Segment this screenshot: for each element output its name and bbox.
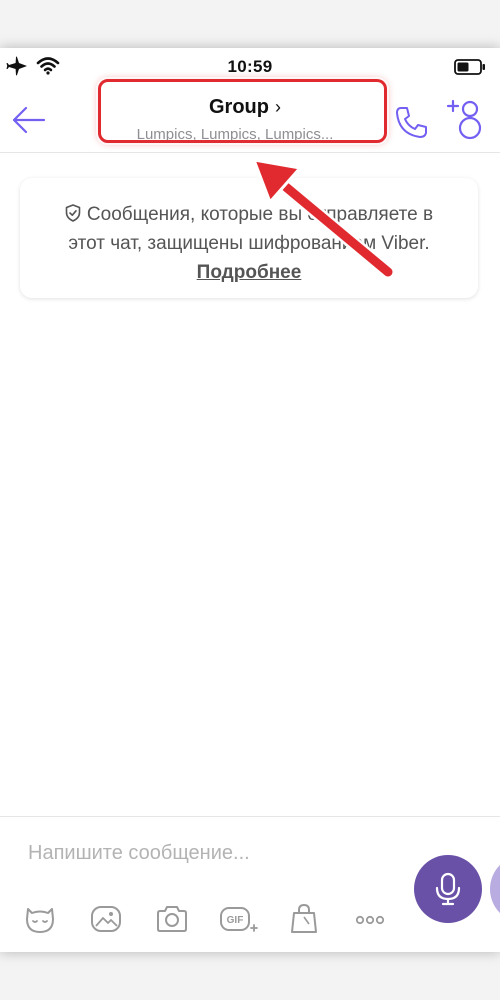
back-arrow-icon — [12, 106, 46, 134]
secondary-action-button[interactable] — [490, 855, 500, 923]
chat-title-text: Group — [209, 96, 269, 118]
shopping-bag-icon — [291, 903, 317, 933]
chat-header: Group › Lumpics, Lumpics, Lumpics... — [0, 88, 500, 153]
more-button[interactable] — [350, 899, 390, 939]
gallery-icon — [91, 906, 121, 932]
voice-message-button[interactable] — [414, 855, 482, 923]
gif-button[interactable]: GIF — [218, 899, 258, 939]
microphone-icon — [435, 872, 461, 906]
add-person-icon — [446, 99, 482, 140]
chevron-right-icon: › — [275, 97, 281, 117]
phone-icon — [396, 107, 427, 138]
learn-more-link[interactable]: Подробнее — [197, 262, 302, 283]
camera-button[interactable] — [152, 899, 192, 939]
group-info-button[interactable]: Group › Lumpics, Lumpics, Lumpics... — [95, 88, 395, 152]
back-button[interactable] — [6, 100, 50, 140]
chat-title: Group › — [95, 96, 395, 119]
battery-icon — [454, 59, 486, 80]
status-bar: 10:59 — [0, 48, 500, 88]
call-button[interactable] — [392, 102, 432, 142]
encryption-notice-text: Сообщения, которые вы отправляете в этот… — [68, 204, 434, 254]
message-input[interactable] — [26, 835, 400, 871]
viber-chat-screen: 10:59 Group › Lumpics, Lumpics, Lumpics..… — [0, 48, 500, 952]
message-composer: GIF — [0, 816, 500, 952]
clock: 10:59 — [227, 57, 273, 76]
encryption-notice: Сообщения, которые вы отправляете в этот… — [20, 178, 478, 298]
shield-icon — [65, 204, 81, 222]
gallery-button[interactable] — [86, 899, 126, 939]
participants-list: Lumpics, Lumpics, Lumpics... — [136, 126, 334, 143]
sticker-button[interactable] — [20, 899, 60, 939]
shop-button[interactable] — [284, 899, 324, 939]
composer-toolbar: GIF — [18, 899, 398, 939]
svg-text:GIF: GIF — [227, 915, 244, 926]
gif-icon: GIF — [220, 907, 258, 932]
more-icon — [355, 915, 385, 925]
camera-icon — [157, 906, 187, 932]
sticker-icon — [26, 908, 54, 933]
add-participant-button[interactable] — [440, 94, 490, 144]
